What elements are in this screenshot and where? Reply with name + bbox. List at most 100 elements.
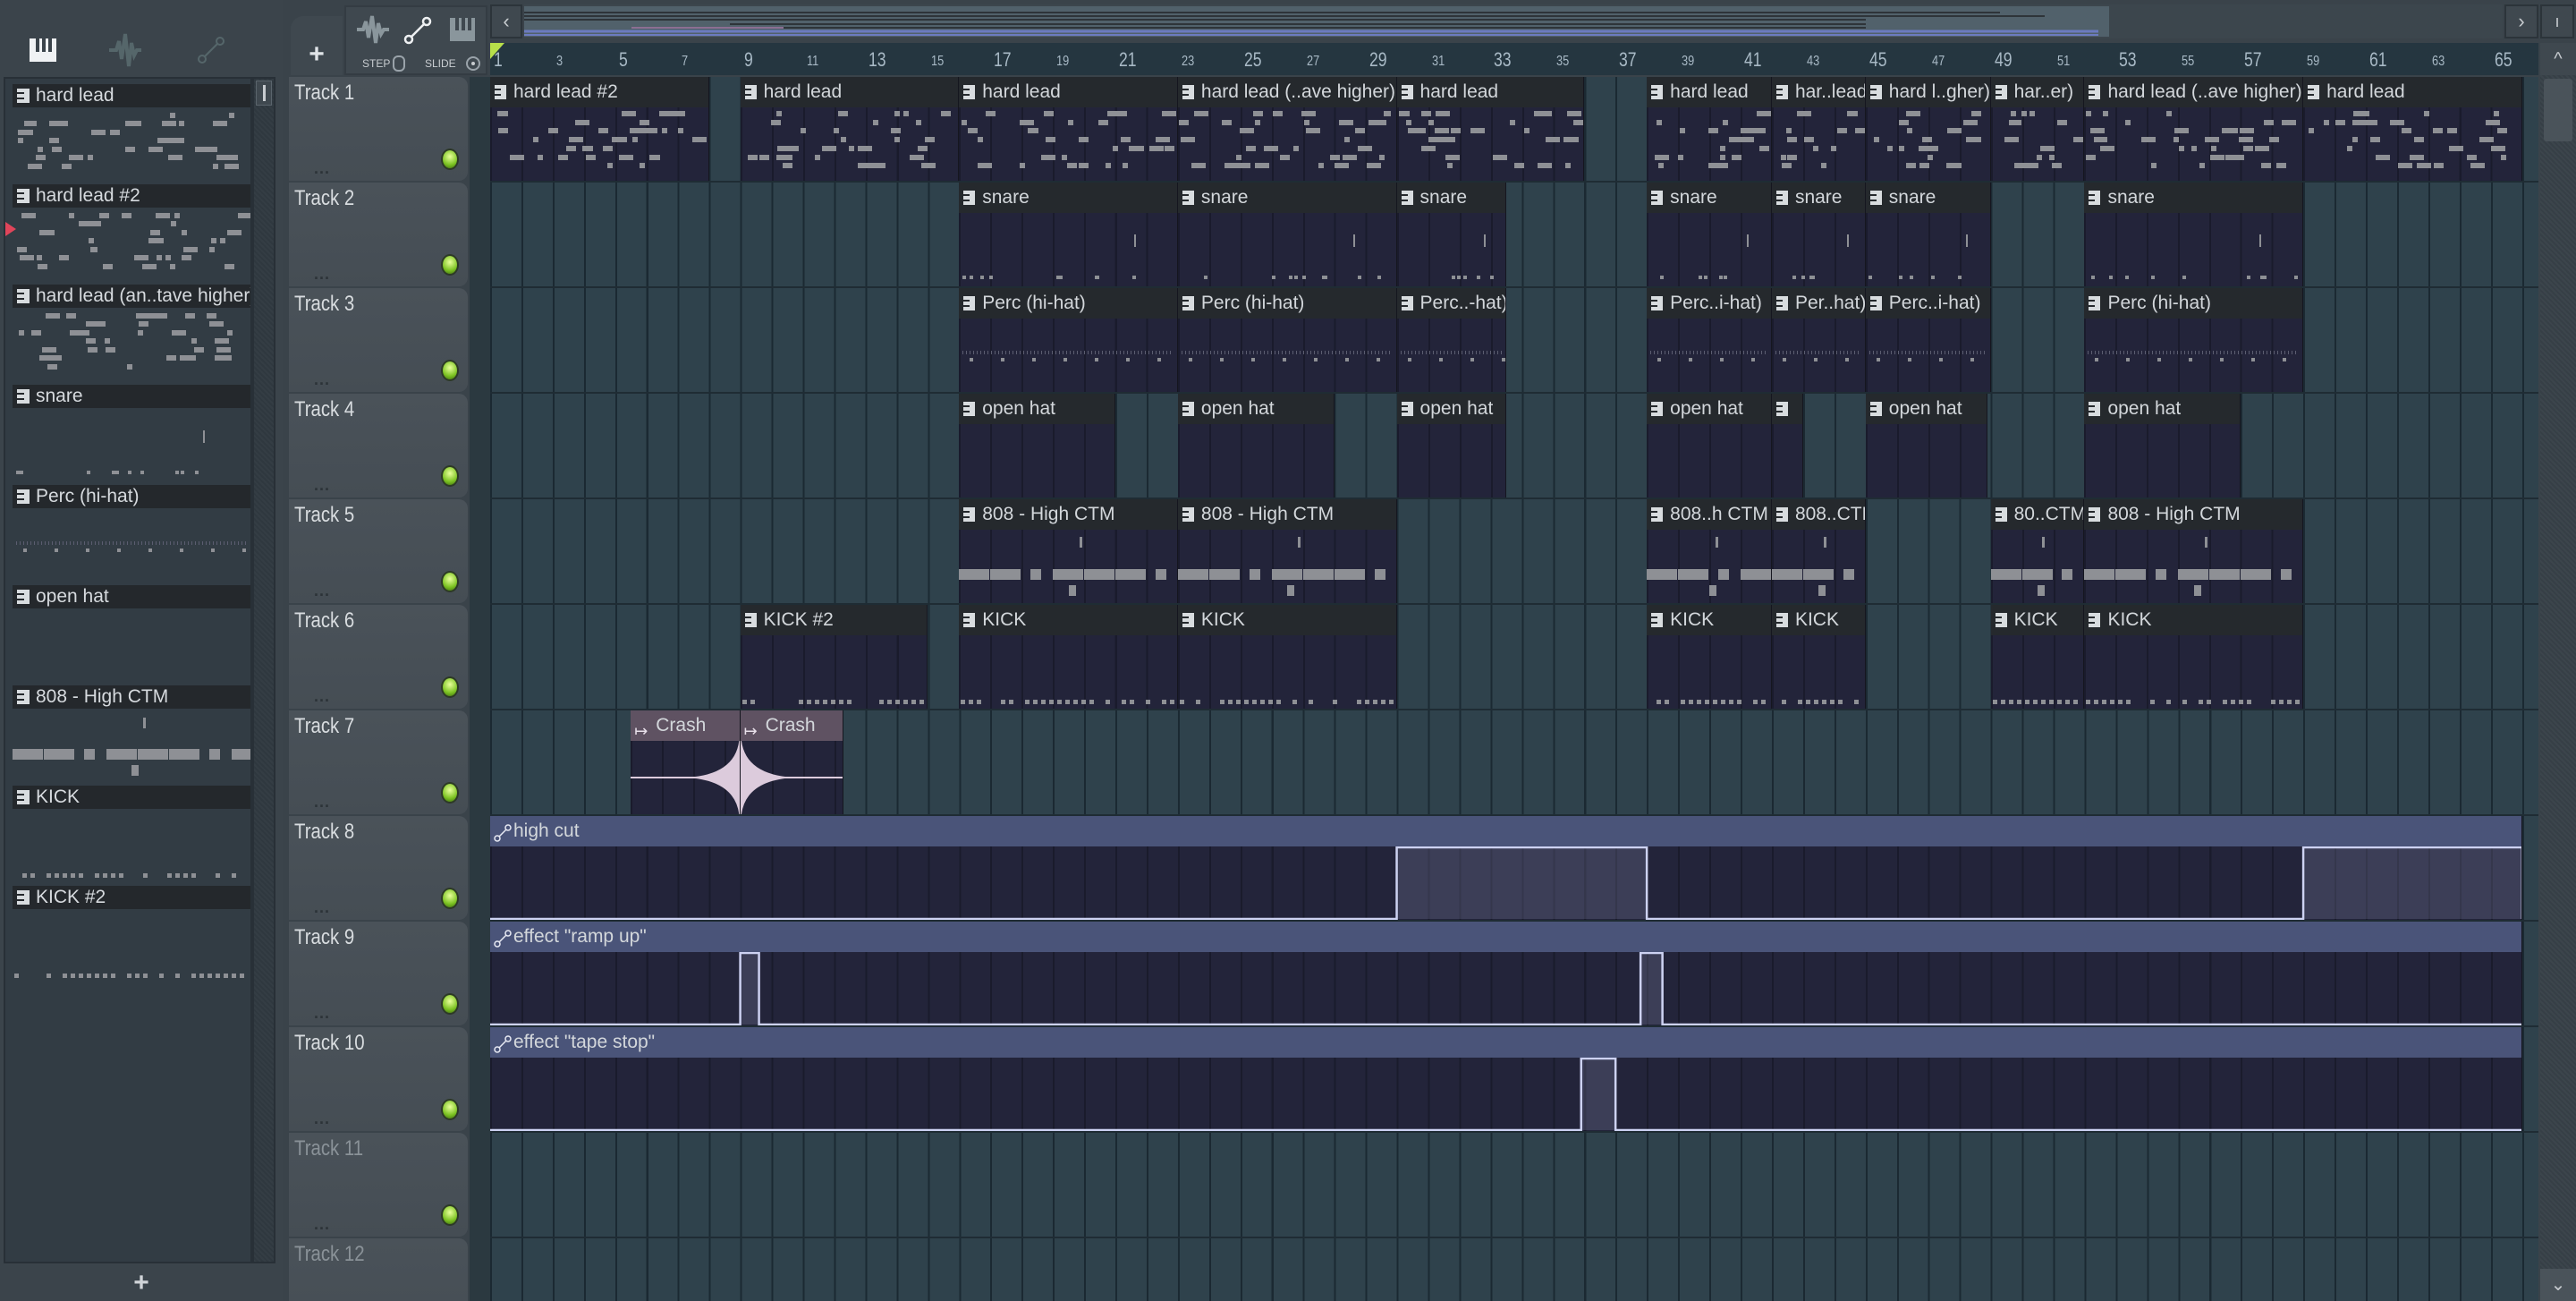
pattern-clip[interactable]: open hat: [1647, 394, 1772, 497]
track-mute-led[interactable]: [441, 360, 459, 381]
clip-header[interactable]: KICK: [2084, 605, 2303, 635]
pattern-clip[interactable]: 80..CTM: [1990, 499, 2085, 603]
clip-body[interactable]: [2084, 213, 2302, 286]
clip-header[interactable]: har..lead: [1771, 77, 1865, 107]
clip-header[interactable]: snare: [1771, 183, 1865, 213]
track-header[interactable]: Track 4...: [289, 394, 468, 497]
pattern-clip[interactable]: snare: [1771, 183, 1866, 286]
track-header[interactable]: Track 5...: [289, 499, 468, 603]
clip-header[interactable]: hard lead (..ave higher): [2084, 77, 2303, 107]
clip-body[interactable]: [1772, 319, 1865, 392]
clip-header[interactable]: hard lead: [740, 77, 959, 107]
clip-body[interactable]: [740, 741, 843, 814]
clip-header[interactable]: snare: [1396, 183, 1505, 213]
track-options-icon[interactable]: ...: [314, 370, 330, 389]
clip-header[interactable]: har..er): [1990, 77, 2084, 107]
track-mute-led[interactable]: [441, 782, 459, 804]
pattern-clip[interactable]: snare: [1396, 183, 1506, 286]
clip-body[interactable]: [959, 530, 1177, 603]
track-options-icon[interactable]: ...: [314, 793, 330, 812]
pattern-clip[interactable]: hard lead (..ave higher): [1177, 77, 1397, 181]
clip-body[interactable]: [959, 213, 1177, 286]
clip-body[interactable]: [1178, 107, 1396, 181]
audio-clip[interactable]: ↦ Crash: [631, 710, 741, 814]
clip-body[interactable]: [1397, 107, 1584, 181]
pattern-clip[interactable]: snare: [959, 183, 1178, 286]
clip-body[interactable]: [959, 319, 1177, 392]
track-mute-led[interactable]: [441, 254, 459, 276]
pattern-clip[interactable]: KICK: [1647, 605, 1772, 709]
pattern-clip[interactable]: snare: [1865, 183, 1991, 286]
picker-item[interactable]: snare: [9, 383, 250, 483]
pattern-clip[interactable]: KICK: [1177, 605, 1397, 709]
pattern-clip[interactable]: snare: [1177, 183, 1397, 286]
pattern-clip[interactable]: 808..CTM: [1771, 499, 1866, 603]
pattern-clip[interactable]: Perc (hi-hat): [1177, 288, 1397, 392]
track-mute-led[interactable]: [441, 888, 459, 909]
clip-body[interactable]: [490, 107, 708, 181]
scroll-end-button[interactable]: ı: [2540, 4, 2574, 38]
clip-body[interactable]: [1647, 319, 1771, 392]
clip-body[interactable]: [1772, 635, 1865, 709]
pattern-clip[interactable]: KICK: [959, 605, 1178, 709]
scroll-down-button[interactable]: ⌄: [2540, 1269, 2576, 1301]
clip-body[interactable]: [1178, 424, 1334, 497]
clip-header[interactable]: KICK: [959, 605, 1177, 635]
clip-header[interactable]: KICK: [1177, 605, 1396, 635]
clip-body[interactable]: [2303, 107, 2521, 181]
clip-body[interactable]: [1647, 424, 1771, 497]
clip-body[interactable]: [2084, 635, 2302, 709]
track-options-icon[interactable]: ...: [314, 1215, 330, 1234]
pattern-clip[interactable]: KICK: [2084, 605, 2304, 709]
clip-header[interactable]: 80..CTM: [1990, 499, 2084, 530]
clip-body[interactable]: [741, 635, 928, 709]
pattern-clip[interactable]: [1771, 394, 1803, 497]
track-options-icon[interactable]: ...: [314, 476, 330, 495]
clip-header[interactable]: KICK #2: [740, 605, 928, 635]
clip-header[interactable]: snare: [1865, 183, 1990, 213]
clip-header[interactable]: effect "ramp up": [490, 922, 2521, 952]
automation-clip[interactable]: effect "tape stop": [490, 1027, 2522, 1131]
clip-body[interactable]: [1647, 213, 1771, 286]
clip-body[interactable]: [1178, 213, 1396, 286]
automation-icon[interactable]: [191, 32, 231, 68]
track-mute-led[interactable]: [441, 571, 459, 592]
pattern-clip[interactable]: Perc..-hat): [1396, 288, 1506, 392]
song-overview-scrollbar[interactable]: [524, 4, 2503, 38]
scroll-up-button[interactable]: ^: [2540, 43, 2576, 75]
clip-body[interactable]: [1866, 107, 1990, 181]
clip-header[interactable]: Perc..i-hat): [1647, 288, 1771, 319]
clip-body[interactable]: [1771, 530, 1865, 603]
audio-wave-icon[interactable]: [106, 32, 145, 68]
overview-visible-range[interactable]: [524, 6, 2109, 37]
clip-header[interactable]: hard l..gher): [1865, 77, 1990, 107]
clip-body[interactable]: [1397, 213, 1505, 286]
clip-header[interactable]: 808 - High CTM: [2084, 499, 2303, 530]
clip-header[interactable]: ↦ Crash: [740, 710, 843, 741]
track-options-icon[interactable]: ...: [314, 898, 330, 917]
track-options-icon[interactable]: ...: [314, 687, 330, 706]
clip-body[interactable]: [1991, 635, 2084, 709]
clip-body[interactable]: [1647, 635, 1771, 709]
clip-body[interactable]: [1772, 424, 1802, 497]
pattern-clip[interactable]: KICK: [1990, 605, 2085, 709]
track-header[interactable]: Track 7...: [289, 710, 468, 814]
clip-header[interactable]: high cut: [490, 816, 2521, 846]
track-options-icon[interactable]: ...: [314, 1110, 330, 1128]
automation-curve[interactable]: [490, 951, 2522, 1025]
picker-item[interactable]: Perc (hi-hat): [9, 483, 250, 583]
clip-header[interactable]: ↦ Crash: [631, 710, 740, 741]
track-options-icon[interactable]: ...: [314, 1004, 330, 1023]
add-track-button[interactable]: +: [291, 16, 343, 75]
clip-body[interactable]: [490, 951, 2522, 1025]
track-mute-led[interactable]: [441, 1099, 459, 1120]
track-header[interactable]: Track 1...: [289, 77, 468, 181]
clip-body[interactable]: [1772, 107, 1865, 181]
vertical-scrollbar[interactable]: ^ ⌄: [2540, 43, 2576, 1301]
pattern-clip[interactable]: open hat: [2084, 394, 2241, 497]
pattern-clip[interactable]: open hat: [959, 394, 1115, 497]
automation-curve[interactable]: [490, 1057, 2522, 1131]
clip-body[interactable]: [1177, 530, 1396, 603]
clip-header[interactable]: hard lead: [2303, 77, 2521, 107]
pattern-clip[interactable]: KICK #2: [740, 605, 928, 709]
